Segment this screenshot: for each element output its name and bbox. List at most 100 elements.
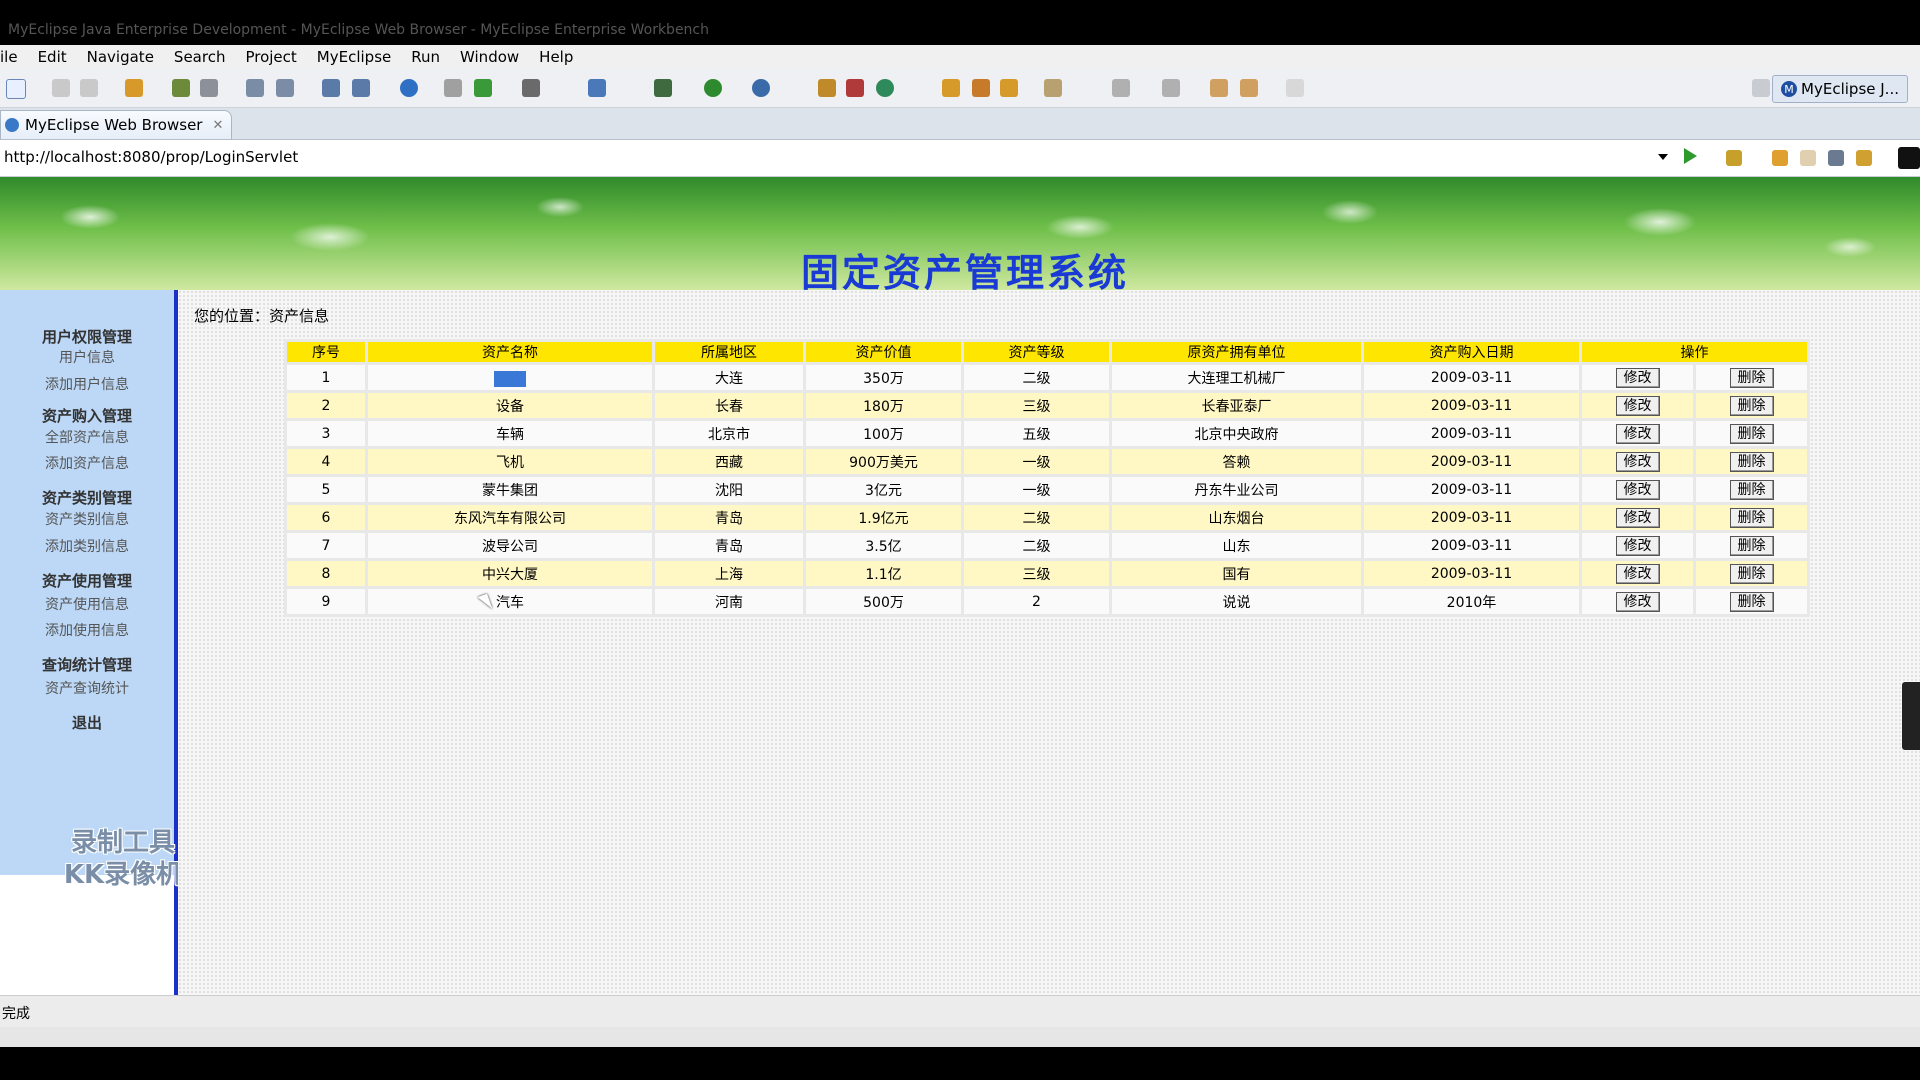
sidebar-item-asset-query[interactable]: 资产查询统计	[0, 678, 174, 698]
new-class-icon[interactable]	[588, 79, 606, 97]
menu-myeclipse[interactable]: MyEclipse	[307, 48, 401, 66]
last-edit-icon[interactable]	[1210, 79, 1228, 97]
table-header-row: 序号 资产名称 所属地区 资产价值 资产等级 原资产拥有单位 资产购入日期 操作	[287, 342, 1807, 362]
menu-edit[interactable]: Edit	[28, 48, 77, 66]
delete-button[interactable]: 删除	[1729, 479, 1774, 500]
debug-run-icon[interactable]	[654, 79, 672, 97]
deploy-icon[interactable]	[246, 79, 264, 97]
cell-action: 删除	[1696, 449, 1807, 474]
database-icon[interactable]	[322, 79, 340, 97]
edit-button[interactable]: 修改	[1615, 479, 1660, 500]
close-icon[interactable]: ✕	[212, 118, 223, 133]
menu-project[interactable]: Project	[235, 48, 306, 66]
delete-button[interactable]: 删除	[1729, 591, 1774, 612]
menu-help[interactable]: Help	[529, 48, 583, 66]
status-bar: 完成	[0, 995, 1920, 1028]
sidebar-logout[interactable]: 退出	[0, 712, 174, 733]
stop-icon[interactable]	[1828, 150, 1844, 166]
debug-icon[interactable]	[172, 79, 190, 97]
refresh-icon[interactable]	[1856, 150, 1872, 166]
bookmark-icon[interactable]	[1726, 150, 1742, 166]
search-icon[interactable]	[1000, 79, 1018, 97]
edit-button[interactable]: 修改	[1615, 535, 1660, 556]
cell-name: 厂房	[368, 365, 652, 390]
sidebar-group-purchase: 资产购入管理	[41, 407, 132, 425]
new-icon[interactable]	[6, 79, 26, 99]
delete-button[interactable]: 删除	[1729, 451, 1774, 472]
external-tools-icon[interactable]	[752, 79, 770, 97]
export-icon[interactable]	[352, 79, 370, 97]
edit-button[interactable]: 修改	[1615, 563, 1660, 584]
go-icon[interactable]	[1684, 148, 1697, 164]
cell-value-text: 900万美元	[849, 454, 918, 471]
sidebar-item-add-usage[interactable]: 添加使用信息	[0, 620, 174, 640]
window-icon[interactable]	[522, 79, 540, 97]
cell-index: 9	[287, 589, 365, 614]
url-dropdown-icon[interactable]	[1658, 154, 1668, 160]
menu-run[interactable]: Run	[401, 48, 450, 66]
cell-owner: 答赖	[1112, 449, 1361, 474]
sidebar-item-user-info[interactable]: 用户信息	[0, 347, 174, 367]
menu-window[interactable]: Window	[450, 48, 529, 66]
package-icon[interactable]	[125, 79, 143, 97]
edit-button[interactable]: 修改	[1615, 395, 1660, 416]
table-row: 8 中兴大厦 上海 1.1亿 三级 国有 2009-03-11 修改 删除	[287, 561, 1807, 586]
sidebar-item-add-user[interactable]: 添加用户信息	[0, 374, 174, 394]
back-icon[interactable]	[1772, 150, 1788, 166]
refresh-icon[interactable]	[474, 79, 492, 97]
system-title: 固定资产管理系统	[800, 250, 1129, 295]
save-all-icon[interactable]	[80, 79, 98, 97]
open-task-icon[interactable]	[972, 79, 990, 97]
cell-value: 900万美元	[806, 449, 961, 474]
run-icon[interactable]	[704, 79, 722, 97]
edit-button[interactable]: 修改	[1615, 507, 1660, 528]
sidebar-item-usage-info[interactable]: 资产使用信息	[0, 594, 174, 614]
cell-index: 8	[287, 561, 365, 586]
deploy-manage-icon[interactable]	[276, 79, 294, 97]
myeclipse-perspective-button[interactable]: M MyEclipse J...	[1772, 75, 1908, 103]
next-annotation-icon[interactable]	[1112, 79, 1130, 97]
server-icon[interactable]	[200, 79, 218, 97]
menu-file[interactable]: ile	[0, 48, 28, 66]
edit-button[interactable]: 修改	[1615, 451, 1660, 472]
side-panel-handle[interactable]	[1902, 682, 1920, 750]
delete-button[interactable]: 删除	[1729, 563, 1774, 584]
folder-icon[interactable]	[444, 79, 462, 97]
cell-grade: 三级	[964, 393, 1109, 418]
myeclipse-icon: M	[1781, 81, 1798, 97]
sidebar-item-add-asset[interactable]: 添加资产信息	[0, 453, 174, 473]
globe-icon[interactable]	[400, 79, 418, 97]
tab-web-browser[interactable]: MyEclipse Web Browser ✕	[0, 110, 232, 139]
menu-search[interactable]: Search	[164, 48, 236, 66]
cell-name-text: 车辆	[496, 426, 524, 443]
cell-date: 2009-03-11	[1364, 365, 1579, 390]
save-icon[interactable]	[52, 79, 70, 97]
menu-navigate[interactable]: Navigate	[77, 48, 164, 66]
url-input[interactable]: http://localhost:8080/prop/LoginServlet	[4, 148, 298, 166]
edit-icon[interactable]	[1044, 79, 1062, 97]
edit-button[interactable]: 修改	[1615, 423, 1660, 444]
delete-button[interactable]: 删除	[1729, 423, 1774, 444]
back-icon[interactable]	[1240, 79, 1258, 97]
delete-button[interactable]: 删除	[1729, 535, 1774, 556]
forward-icon[interactable]	[1800, 150, 1816, 166]
new-web-icon[interactable]	[876, 79, 894, 97]
open-type-icon[interactable]	[942, 79, 960, 97]
delete-button[interactable]: 删除	[1729, 367, 1774, 388]
cell-region: 北京市	[655, 421, 803, 446]
new-interface-icon[interactable]	[846, 79, 864, 97]
open-perspective-icon[interactable]	[1752, 79, 1770, 97]
cell-owner: 山东	[1112, 533, 1361, 558]
delete-button[interactable]: 删除	[1729, 507, 1774, 528]
delete-button[interactable]: 删除	[1729, 395, 1774, 416]
edit-button[interactable]: 修改	[1615, 591, 1660, 612]
new-package-icon[interactable]	[818, 79, 836, 97]
edit-button[interactable]: 修改	[1615, 367, 1660, 388]
forward-icon[interactable]	[1286, 79, 1304, 97]
sidebar-item-category-info[interactable]: 资产类别信息	[0, 509, 174, 529]
cell-action: 删除	[1696, 477, 1807, 502]
prev-annotation-icon[interactable]	[1162, 79, 1180, 97]
sidebar-item-all-assets[interactable]: 全部资产信息	[0, 427, 174, 447]
sidebar-item-add-category[interactable]: 添加类别信息	[0, 536, 174, 556]
browser-menu-icon[interactable]	[1898, 147, 1920, 169]
